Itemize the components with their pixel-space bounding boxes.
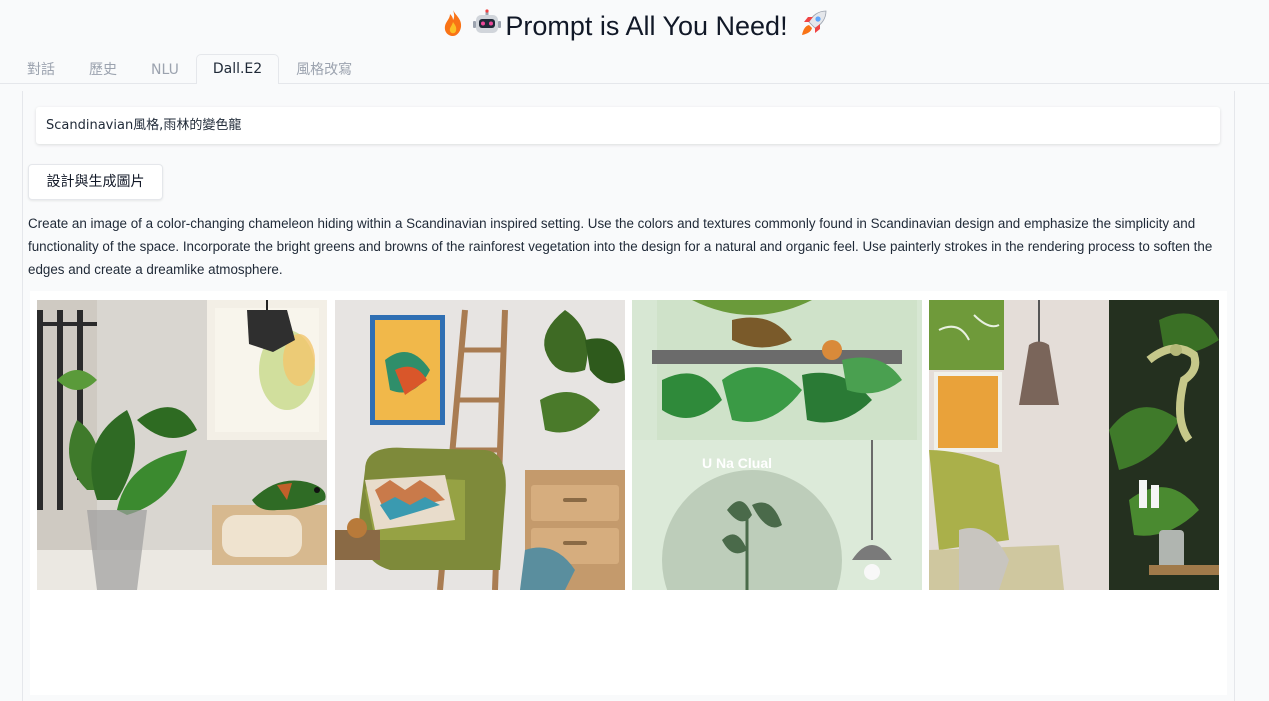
tab-style-rewrite[interactable]: 風格改寫 [279, 55, 369, 84]
generated-image-4[interactable] [929, 300, 1219, 590]
image-gallery: U Na Clual [30, 291, 1227, 695]
image-overlay-text: U Na Clual [702, 455, 772, 471]
robot-icon [473, 9, 502, 46]
title-text: Prompt is All You Need! [505, 11, 788, 41]
tab-history[interactable]: 歷史 [72, 55, 134, 84]
generated-image-1[interactable] [37, 300, 327, 590]
generate-image-button[interactable]: 設計與生成圖片 [28, 164, 163, 200]
tab-bar: 對話 歷史 NLU Dall.E2 風格改寫 [10, 54, 369, 84]
fire-icon [441, 9, 465, 46]
generated-image-3[interactable]: U Na Clual [632, 300, 922, 590]
generated-image-2[interactable] [335, 300, 625, 590]
rocket-icon [800, 9, 828, 46]
prompt-input[interactable] [36, 107, 1220, 144]
tab-chat[interactable]: 對話 [10, 55, 72, 84]
generated-description: Create an image of a color-changing cham… [28, 216, 1213, 277]
page-title: Prompt is All You Need! [0, 8, 1269, 46]
tab-dalle2[interactable]: Dall.E2 [195, 54, 280, 84]
tab-nlu[interactable]: NLU [134, 55, 196, 84]
